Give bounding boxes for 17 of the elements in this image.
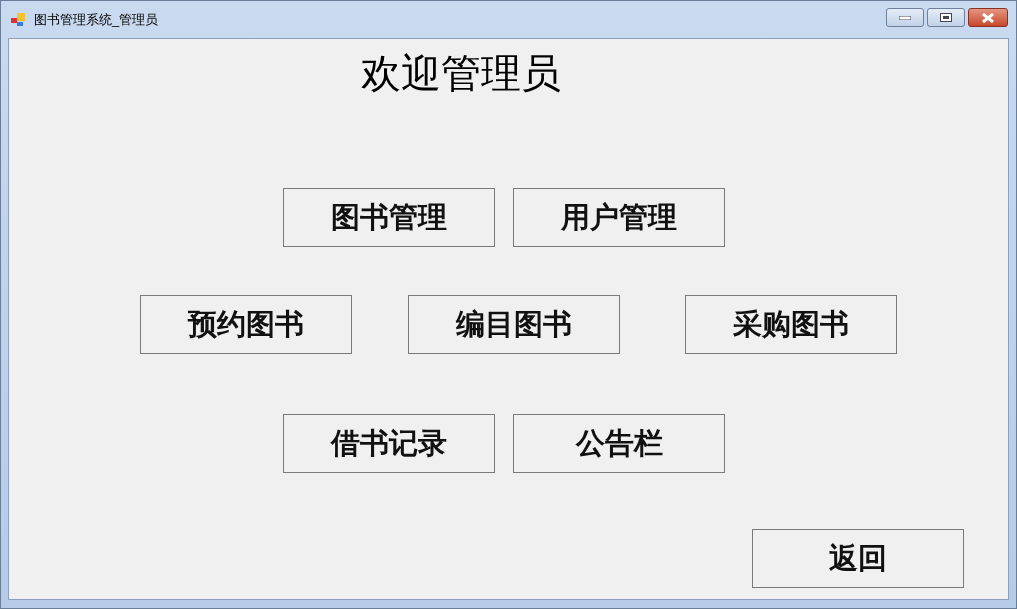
- close-icon: [982, 12, 994, 23]
- minimize-icon: [899, 15, 911, 20]
- maximize-icon: [940, 13, 952, 22]
- menu-button[interactable]: 用户管理: [513, 188, 725, 247]
- window-title: 图书管理系统_管理员: [34, 10, 159, 29]
- menu-button[interactable]: 编目图书: [408, 295, 620, 354]
- back-button[interactable]: 返回: [752, 529, 964, 588]
- menu-button[interactable]: 公告栏: [513, 414, 725, 473]
- close-button[interactable]: [968, 8, 1008, 27]
- welcome-heading: 欢迎管理员: [360, 50, 562, 98]
- menu-button[interactable]: 预约图书: [140, 295, 352, 354]
- minimize-button[interactable]: [886, 8, 924, 27]
- menu-button[interactable]: 采购图书: [685, 295, 897, 354]
- app-icon: [11, 12, 27, 27]
- menu-button[interactable]: 借书记录: [283, 414, 495, 473]
- menu-button[interactable]: 图书管理: [283, 188, 495, 247]
- maximize-button[interactable]: [927, 8, 965, 27]
